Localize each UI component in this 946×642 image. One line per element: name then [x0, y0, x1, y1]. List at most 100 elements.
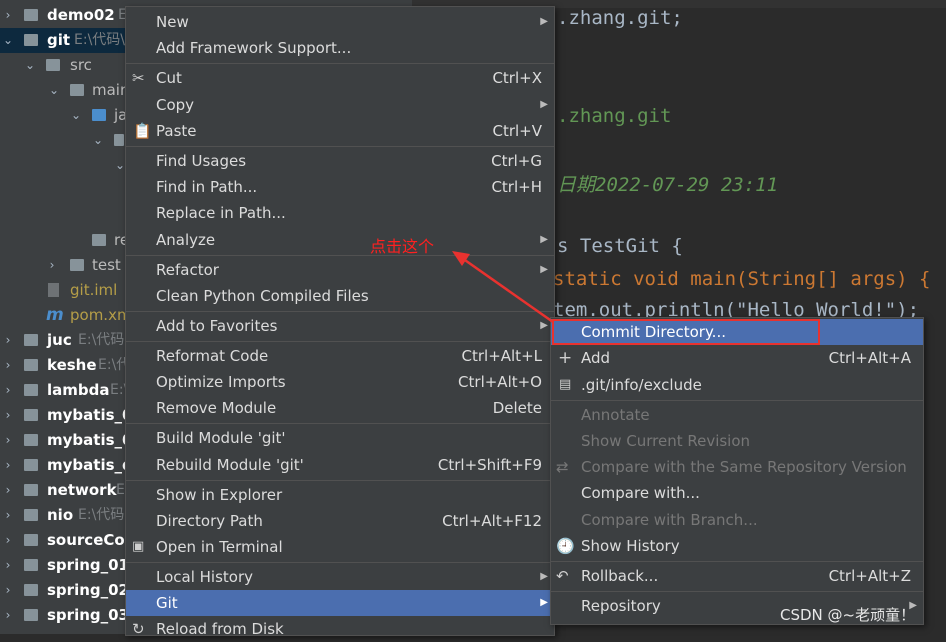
menu-item-reformat-code[interactable]: Reformat Code Ctrl+Alt+L — [126, 343, 554, 369]
menu-item-rebuild-module[interactable]: Rebuild Module 'git' Ctrl+Shift+F9 — [126, 452, 554, 478]
separator — [551, 400, 923, 401]
separator — [551, 561, 923, 562]
package-icon — [114, 134, 124, 146]
rollback-icon: ↶ — [556, 567, 569, 585]
file-icon: ▤ — [559, 377, 572, 392]
chevron-right-icon[interactable]: › — [2, 528, 14, 553]
menu-item-optimize-imports[interactable]: Optimize Imports Ctrl+Alt+O — [126, 369, 554, 395]
submenu-item-show-current-revision[interactable]: Show Current Revision — [551, 428, 923, 454]
submenu-item-compare-with[interactable]: Compare with... — [551, 480, 923, 506]
menu-item-add-to-favorites[interactable]: Add to Favorites ▶ — [126, 313, 554, 339]
submenu-item-annotate[interactable]: Annotate — [551, 402, 923, 428]
menu-item-analyze[interactable]: Analyze ▶ — [126, 227, 554, 253]
source-folder-icon — [92, 109, 106, 121]
clock-icon: 🕘 — [556, 537, 575, 555]
submenu-arrow-icon: ▶ — [540, 571, 548, 582]
folder-icon — [24, 609, 38, 621]
scissors-icon: ✂ — [132, 69, 145, 87]
chevron-down-icon[interactable]: ⌄ — [2, 28, 14, 53]
context-menu: New ▶ Add Framework Support... ✂ Cut Ctr… — [125, 6, 555, 638]
folder-icon — [46, 59, 60, 71]
menu-item-reload-from-disk[interactable]: ↻ Reload from Disk — [126, 616, 554, 642]
chevron-right-icon[interactable]: › — [2, 3, 14, 28]
menu-item-show-in-explorer[interactable]: Show in Explorer — [126, 482, 554, 508]
chevron-down-icon[interactable]: ⌄ — [70, 103, 82, 128]
folder-icon — [24, 459, 38, 471]
chevron-right-icon[interactable]: › — [2, 578, 14, 603]
submenu-arrow-icon: ▶ — [540, 234, 548, 245]
code-line-author: .zhang.git — [557, 105, 672, 127]
submenu-item-rollback[interactable]: ↶ Rollback... Ctrl+Alt+Z — [551, 563, 923, 589]
chevron-right-icon[interactable]: › — [2, 428, 14, 453]
code-line-class: s TestGit { — [557, 235, 683, 257]
submenu-item-git-info-exclude[interactable]: ▤ .git/info/exclude — [551, 372, 923, 398]
chevron-right-icon[interactable]: › — [2, 503, 14, 528]
plus-icon: + — [558, 348, 573, 368]
menu-item-open-in-terminal[interactable]: ▣ Open in Terminal — [126, 534, 554, 560]
menu-item-add-framework-support[interactable]: Add Framework Support... — [126, 35, 554, 61]
separator — [126, 341, 554, 342]
separator — [126, 311, 554, 312]
folder-icon — [24, 534, 38, 546]
folder-icon — [24, 409, 38, 421]
submenu-item-show-history[interactable]: 🕘 Show History — [551, 533, 923, 559]
chevron-right-icon[interactable]: › — [2, 478, 14, 503]
menu-item-find-in-path[interactable]: Find in Path... Ctrl+H — [126, 174, 554, 200]
separator — [126, 562, 554, 563]
code-line-date: 日期2022-07-29 23:11 — [557, 174, 779, 196]
folder-icon — [24, 334, 38, 346]
chevron-right-icon[interactable]: › — [2, 378, 14, 403]
chevron-right-icon[interactable]: › — [2, 553, 14, 578]
chevron-right-icon[interactable]: › — [2, 328, 14, 353]
folder-icon — [24, 509, 38, 521]
submenu-item-add[interactable]: + Add Ctrl+Alt+A — [551, 345, 923, 371]
folder-icon — [24, 34, 38, 46]
chevron-down-icon[interactable]: ⌄ — [48, 78, 60, 103]
submenu-item-compare-with-branch[interactable]: Compare with Branch... — [551, 507, 923, 533]
clipboard-icon: 📋 — [133, 122, 152, 140]
resources-folder-icon — [92, 234, 106, 246]
menu-item-git[interactable]: Git ▶ — [126, 590, 554, 616]
folder-icon — [24, 584, 38, 596]
folder-icon — [24, 384, 38, 396]
folder-icon — [24, 9, 38, 21]
chevron-right-icon[interactable]: › — [2, 603, 14, 628]
menu-item-new[interactable]: New ▶ — [126, 9, 554, 35]
submenu-arrow-icon: ▶ — [540, 16, 548, 27]
chevron-right-icon[interactable]: › — [46, 253, 58, 278]
reload-icon: ↻ — [132, 620, 145, 638]
separator — [551, 591, 923, 592]
chevron-down-icon[interactable]: ⌄ — [24, 53, 36, 78]
annotation-label: 点击这个 — [370, 237, 435, 256]
submenu-item-compare-same-repo[interactable]: ⇄ Compare with the Same Repository Versi… — [551, 454, 923, 480]
menu-item-remove-module[interactable]: Remove Module Delete — [126, 395, 554, 421]
folder-icon — [24, 434, 38, 446]
menu-item-clean-python[interactable]: Clean Python Compiled Files — [126, 283, 554, 309]
chevron-right-icon[interactable]: › — [2, 353, 14, 378]
folder-icon — [70, 84, 84, 96]
folder-icon — [24, 359, 38, 371]
submenu-arrow-icon: ▶ — [540, 320, 548, 331]
separator — [126, 480, 554, 481]
code-line-package: .zhang.git; — [557, 7, 683, 29]
watermark: CSDN @~老顽童！ — [780, 606, 916, 624]
menu-item-replace-in-path[interactable]: Replace in Path... — [126, 200, 554, 226]
chevron-right-icon[interactable]: › — [2, 453, 14, 478]
menu-item-local-history[interactable]: Local History ▶ — [126, 564, 554, 590]
compare-icon: ⇄ — [556, 458, 569, 476]
highlight-box — [552, 319, 820, 345]
chevron-right-icon[interactable]: › — [2, 403, 14, 428]
code-line-main: static void main(String[] args) { — [553, 268, 931, 290]
chevron-down-icon[interactable]: ⌄ — [92, 128, 104, 153]
menu-item-copy[interactable]: Copy ▶ — [126, 92, 554, 118]
separator — [126, 423, 554, 424]
submenu-arrow-icon: ▶ — [540, 597, 548, 608]
menu-item-find-usages[interactable]: Find Usages Ctrl+G — [126, 148, 554, 174]
menu-item-cut[interactable]: ✂ Cut Ctrl+X — [126, 65, 554, 91]
menu-item-directory-path[interactable]: Directory Path Ctrl+Alt+F12 — [126, 508, 554, 534]
separator — [126, 63, 554, 64]
menu-item-refactor[interactable]: Refactor ▶ — [126, 257, 554, 283]
menu-item-paste[interactable]: 📋 Paste Ctrl+V — [126, 118, 554, 144]
separator — [126, 255, 554, 256]
menu-item-build-module[interactable]: Build Module 'git' — [126, 425, 554, 451]
